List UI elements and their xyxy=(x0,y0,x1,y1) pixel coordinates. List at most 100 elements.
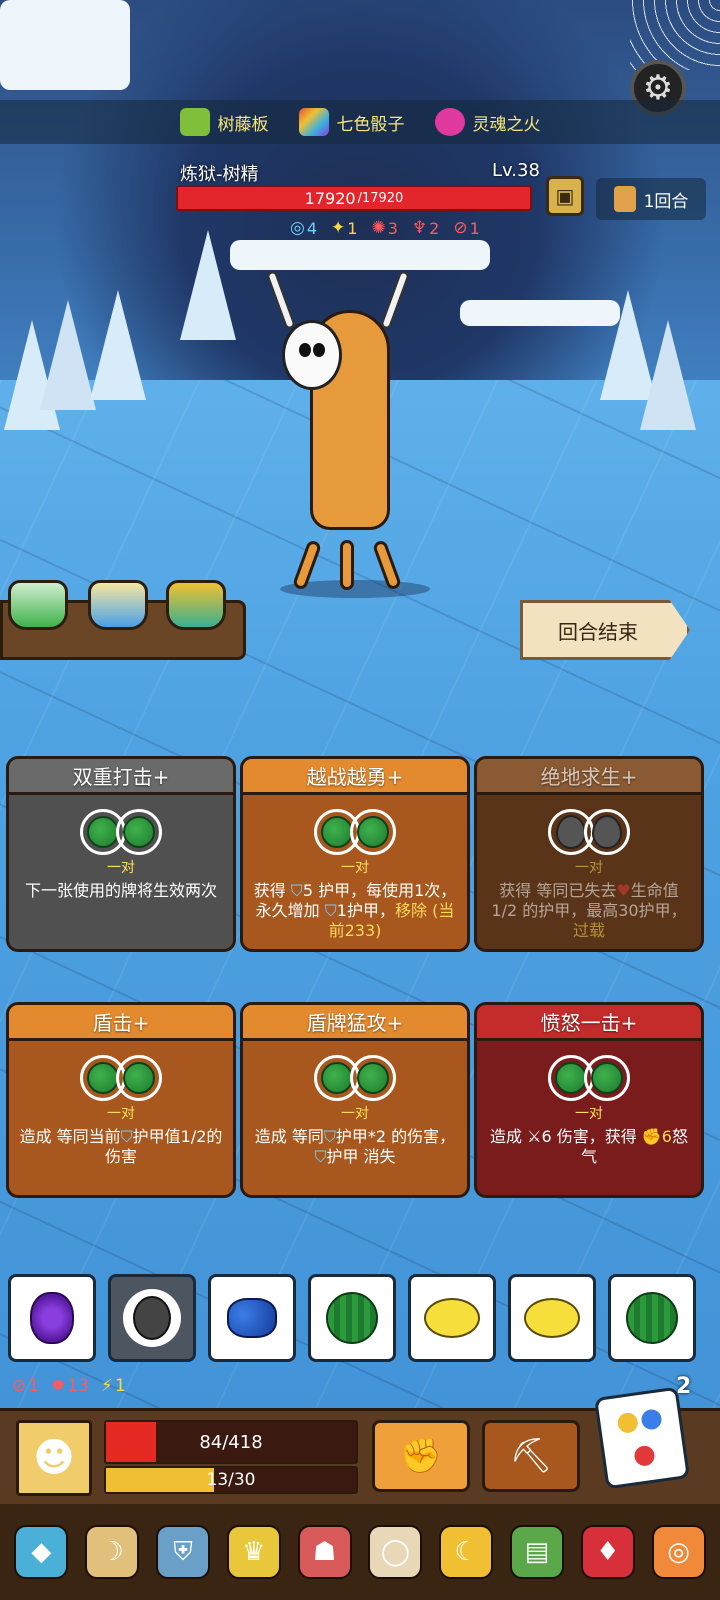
card-double-strike[interactable]: 双重打击+ 一对 下一张使用的牌将生效两次 xyxy=(6,756,236,952)
watermelon-icon xyxy=(321,1062,353,1094)
dice-pip-icon xyxy=(640,1407,663,1431)
die-watermelon[interactable] xyxy=(308,1274,396,1362)
tribal-mask-icon[interactable]: ☗ xyxy=(297,1525,352,1579)
moon-star-icon[interactable]: ☾ xyxy=(439,1525,494,1579)
card-shield-assault[interactable]: 盾牌猛攻+ 一对 造成 等同⛉护甲*2 的伤害，⛉护甲 消失 xyxy=(240,1002,470,1198)
stat-value: 13 xyxy=(67,1376,89,1396)
stat-value: 1 xyxy=(469,218,480,238)
monster-mask-face xyxy=(282,320,342,390)
player-status-effects: ⊘ 1 ✹ 13 ⚡ 1 xyxy=(12,1376,126,1396)
end-turn-button[interactable]: 回合结束 xyxy=(520,600,690,660)
dice-slot xyxy=(584,1055,630,1101)
armor-shield-icon: ⛉ xyxy=(324,901,337,920)
hero-portrait-avatar[interactable]: ☻ xyxy=(16,1420,92,1496)
snow-ledge xyxy=(230,240,490,270)
reroll-dice-button[interactable] xyxy=(594,1386,690,1490)
stat-value: 3 xyxy=(387,218,398,238)
desc-text: 护甲*2 的伤害， xyxy=(335,1127,456,1146)
enemy-star-stat[interactable]: ✦ 1 xyxy=(331,218,357,238)
player-rage-text: 13/30 xyxy=(206,1470,256,1490)
grape-icon xyxy=(30,1292,74,1344)
desc-text: 获得 xyxy=(253,881,291,900)
lemon-icon xyxy=(524,1298,580,1338)
enemy-attack-stat[interactable]: ⊘ 1 xyxy=(453,218,479,238)
card-shield-bash[interactable]: 盾击+ 一对 造成 等同当前⛉护甲值1/2的伤害 xyxy=(6,1002,236,1198)
die-lemon[interactable] xyxy=(508,1274,596,1362)
card-rage-strike[interactable]: 愤怒一击+ 一对 造成 ⚔6 伤害，获得 ✊6怒气 xyxy=(474,1002,704,1198)
monster-root xyxy=(340,540,354,590)
relic-vine-board[interactable]: 树藤板 xyxy=(179,108,269,136)
enemy-rage-stat[interactable]: ✺ 3 xyxy=(371,218,397,238)
die-watermelon[interactable] xyxy=(608,1274,696,1362)
claw-charm-icon[interactable]: ☽ xyxy=(85,1525,140,1579)
card-description: 下一张使用的牌将生效两次 xyxy=(24,881,217,900)
desc-highlight: 6 xyxy=(661,1127,672,1146)
enemy-info-book-icon[interactable]: ▣ xyxy=(546,176,584,216)
watermelon-icon xyxy=(357,816,389,848)
teal-potion-icon[interactable] xyxy=(166,580,226,630)
desc-text: 造成 等同 xyxy=(254,1127,324,1146)
star-icon: ✦ xyxy=(331,218,346,238)
ice-spike xyxy=(40,300,96,410)
snow-ledge xyxy=(0,0,130,90)
relic-label: 七色骰子 xyxy=(336,114,405,135)
die-blueberry[interactable] xyxy=(208,1274,296,1362)
scroll-icon xyxy=(613,186,636,212)
armor-shield-icon: ⛉ xyxy=(290,881,303,900)
die-seed-selected[interactable] xyxy=(108,1274,196,1362)
player-energy-stat[interactable]: ⚡ 1 xyxy=(101,1376,126,1396)
relic-label: 树藤板 xyxy=(217,114,269,135)
desc-text: 5 xyxy=(302,881,313,900)
golden-helm-icon[interactable]: ♛ xyxy=(226,1525,281,1579)
snow-ledge xyxy=(460,300,620,326)
desc-text: 获得 等同已失去 xyxy=(499,881,617,900)
red-gem-icon[interactable]: ♦ xyxy=(580,1525,635,1579)
watermelon-icon xyxy=(87,1062,119,1094)
card-dice-slots xyxy=(243,1055,467,1101)
lemon-icon xyxy=(424,1298,480,1338)
orange-ring-icon[interactable]: ◎ xyxy=(651,1525,706,1579)
soul-fire-icon xyxy=(434,108,465,136)
dice-slot xyxy=(116,809,162,855)
enemy-hp-bar: 17920 /17920 xyxy=(176,185,532,211)
player-gear-stat[interactable]: ✹ 13 xyxy=(51,1376,89,1396)
mirror-icon[interactable]: ◯ xyxy=(368,1525,423,1579)
heart-icon: ♥ xyxy=(616,881,631,900)
dig-skill-button[interactable]: ⛏ xyxy=(482,1420,580,1492)
spider-web xyxy=(630,0,720,70)
card-last-stand[interactable]: 绝地求生+ 一对 获得 等同已失去♥生命值1/2 的护甲，最高30护甲，过载 xyxy=(474,756,704,952)
stat-value: 1 xyxy=(28,1376,40,1396)
enemy-claw-stat[interactable]: ♆ 2 xyxy=(412,218,439,238)
shovel-icon: ⛏ xyxy=(509,1436,553,1476)
sword-circle-icon: ⊘ xyxy=(12,1376,27,1396)
desc-highlight: 移除 xyxy=(394,901,427,920)
watermelon-icon xyxy=(321,816,353,848)
card-braver-in-battle[interactable]: 越战越勇+ 一对 获得 ⛉5 护甲，每使用1次，永久增加 ⛉1护甲，移除 (当前… xyxy=(240,756,470,952)
player-rage-bar: 13/30 xyxy=(104,1466,358,1494)
watermelon-icon xyxy=(555,1062,587,1094)
gear-icon: ✹ xyxy=(51,1376,66,1396)
armor-vest-icon[interactable]: ⛨ xyxy=(155,1525,210,1579)
relic-label: 灵魂之火 xyxy=(472,114,541,135)
rage-icon: ✺ xyxy=(371,218,386,238)
player-attack-stat[interactable]: ⊘ 1 xyxy=(12,1376,39,1396)
die-lemon[interactable] xyxy=(408,1274,496,1362)
blue-potion-icon[interactable] xyxy=(88,580,148,630)
ice-crest-icon[interactable]: ◆ xyxy=(14,1525,69,1579)
claw-icon: ♆ xyxy=(411,218,428,238)
relic-soul-fire[interactable]: 灵魂之火 xyxy=(434,108,541,136)
green-potion-icon[interactable] xyxy=(8,580,68,630)
monster-antler xyxy=(380,270,410,330)
desc-text: 1 xyxy=(336,901,347,920)
enemy-shield-stat[interactable]: ◎ 4 xyxy=(290,218,317,238)
relic-rainbow-dice[interactable]: 七色骰子 xyxy=(298,108,405,136)
card-dice-slots xyxy=(477,809,701,855)
card-requirement: 一对 xyxy=(341,860,369,876)
tree-spirit-monster[interactable] xyxy=(266,270,440,598)
card-title: 越战越勇+ xyxy=(243,759,467,795)
armor-shield-icon: ⛉ xyxy=(323,1127,336,1146)
fist-skill-button[interactable]: ✊ xyxy=(372,1420,470,1492)
card-requirement: 一对 xyxy=(341,1106,369,1122)
die-grape[interactable] xyxy=(8,1274,96,1362)
green-cloth-icon[interactable]: ▤ xyxy=(509,1525,564,1579)
